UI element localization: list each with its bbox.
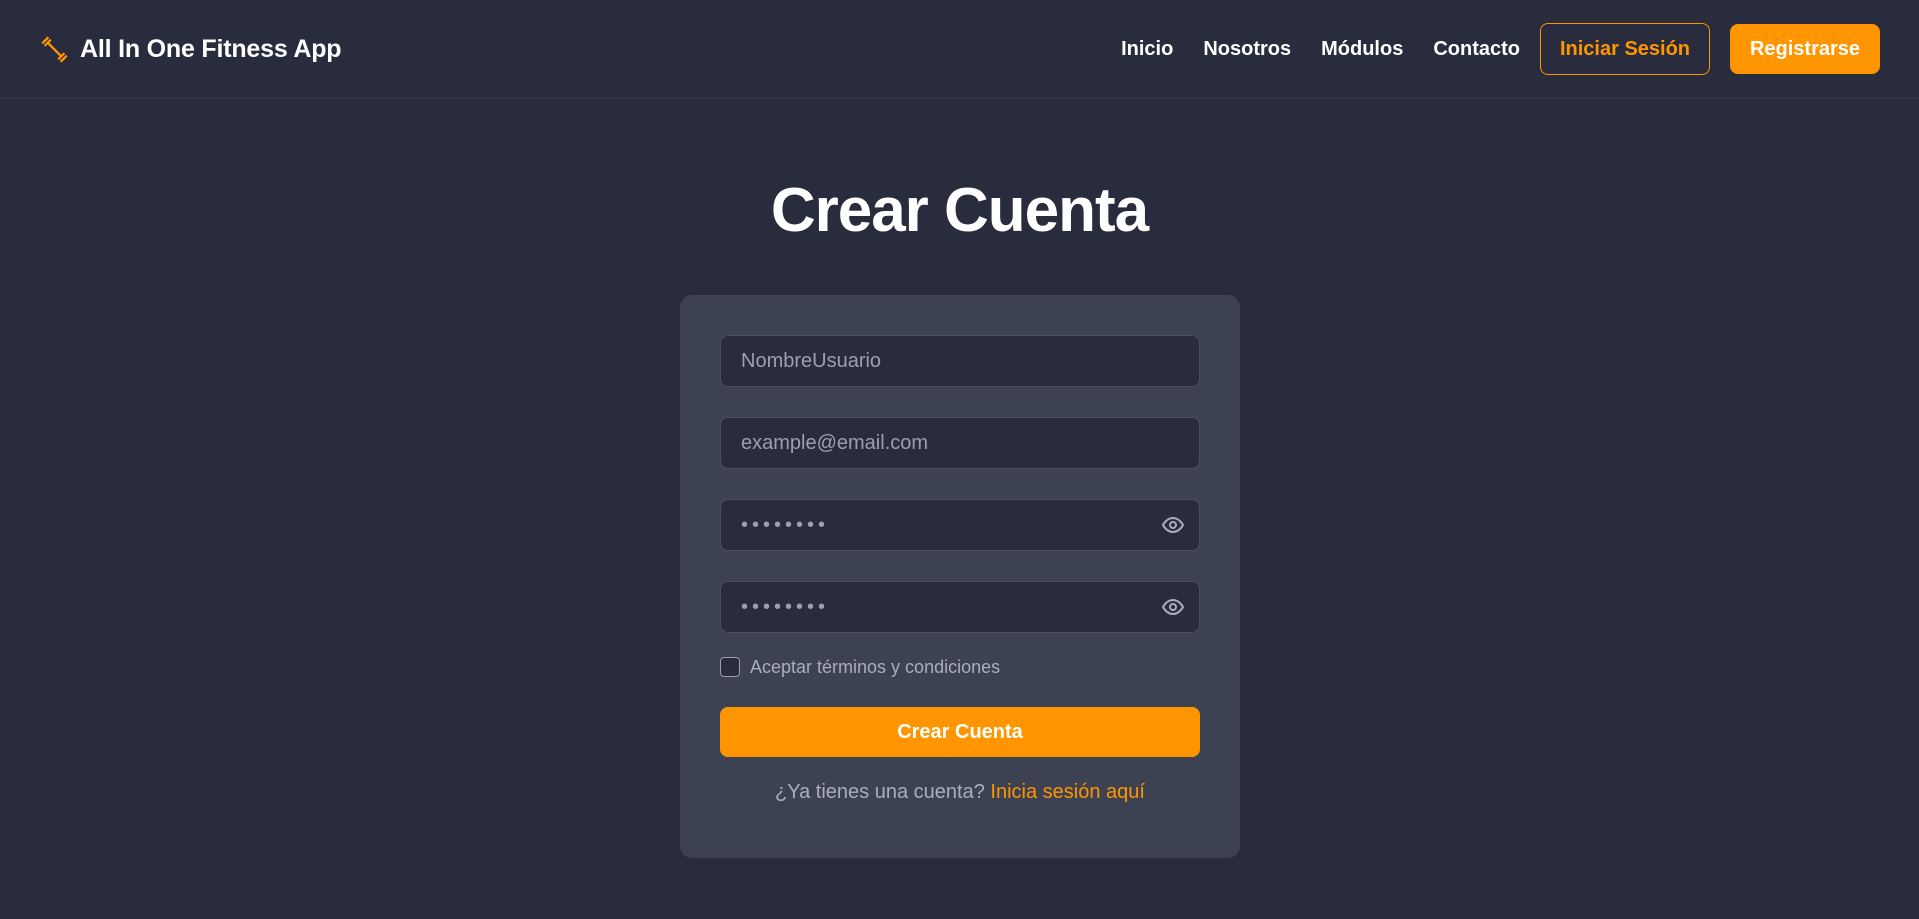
confirm-password-field-wrapper: [720, 581, 1200, 633]
email-input[interactable]: [720, 417, 1200, 469]
login-prompt-row: ¿Ya tienes una cuenta? Inicia sesión aqu…: [720, 781, 1200, 804]
nav-menu: Inicio Nosotros Módulos Contacto Iniciar…: [1121, 23, 1880, 75]
nav-link-nosotros[interactable]: Nosotros: [1203, 38, 1291, 61]
username-input[interactable]: [720, 335, 1200, 387]
username-field-wrapper: [720, 335, 1200, 387]
create-account-button[interactable]: Crear Cuenta: [720, 707, 1200, 757]
nav-link-inicio[interactable]: Inicio: [1121, 38, 1173, 61]
password-field-wrapper: [720, 499, 1200, 551]
confirm-password-input[interactable]: [720, 581, 1200, 633]
dumbbell-icon: [39, 34, 70, 65]
top-navbar: All In One Fitness App Inicio Nosotros M…: [0, 0, 1919, 99]
email-field-wrapper: [720, 417, 1200, 469]
eye-icon[interactable]: [1160, 594, 1186, 620]
login-link[interactable]: Inicia sesión aquí: [990, 781, 1145, 803]
login-button[interactable]: Iniciar Sesión: [1540, 23, 1710, 75]
nav-link-modulos[interactable]: Módulos: [1321, 38, 1403, 61]
password-input[interactable]: [720, 499, 1200, 551]
login-prompt-text: ¿Ya tienes una cuenta?: [775, 781, 985, 803]
page-title: Crear Cuenta: [770, 176, 1149, 245]
signup-form-card: Aceptar términos y condiciones Crear Cue…: [680, 295, 1240, 858]
terms-label: Aceptar términos y condiciones: [750, 656, 1001, 677]
brand[interactable]: All In One Fitness App: [39, 34, 342, 65]
terms-checkbox[interactable]: [720, 657, 740, 677]
nav-link-contacto[interactable]: Contacto: [1433, 38, 1520, 61]
register-button[interactable]: Registrarse: [1730, 24, 1880, 74]
eye-icon[interactable]: [1160, 512, 1186, 538]
brand-name: All In One Fitness App: [80, 34, 342, 63]
terms-row: Aceptar términos y condiciones: [720, 655, 1200, 679]
